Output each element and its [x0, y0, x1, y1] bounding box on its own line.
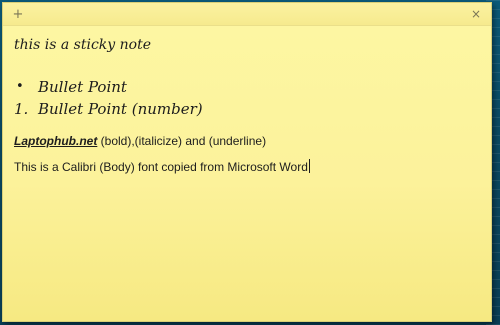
brand-text: Laptophub.net — [14, 134, 98, 148]
close-note-glyph: × — [470, 7, 482, 21]
note-line-title: this is a sticky note — [14, 37, 151, 53]
note-text-area[interactable]: this is a sticky note • Bullet Point 1. … — [14, 36, 483, 176]
blank-gap — [14, 120, 483, 132]
close-icon[interactable]: × — [467, 5, 485, 23]
add-note-glyph: + — [12, 6, 24, 22]
plus-icon[interactable]: + — [9, 5, 27, 23]
sticky-note-titlebar[interactable]: + × — [3, 3, 491, 26]
numbered-item-text: Bullet Point (number) — [38, 100, 203, 118]
calibri-line: This is a Calibri (Body) font copied fro… — [14, 158, 483, 176]
numbered-list-item: 1. Bullet Point (number) — [14, 98, 483, 120]
bullet-marker: • — [16, 79, 24, 94]
calibri-text: This is a Calibri (Body) font copied fro… — [14, 160, 308, 174]
bullet-item-text: Bullet Point — [38, 78, 127, 96]
format-description: (bold),(italicize) and (underline) — [97, 134, 267, 148]
sticky-note[interactable]: + × this is a sticky note • Bullet Point… — [2, 2, 492, 322]
blank-gap-small — [14, 150, 483, 158]
formatting-line: Laptophub.net (bold),(italicize) and (un… — [14, 132, 483, 150]
text-cursor — [308, 159, 310, 173]
number-marker: 1. — [14, 100, 29, 118]
bullet-list-item: • Bullet Point — [14, 76, 483, 98]
